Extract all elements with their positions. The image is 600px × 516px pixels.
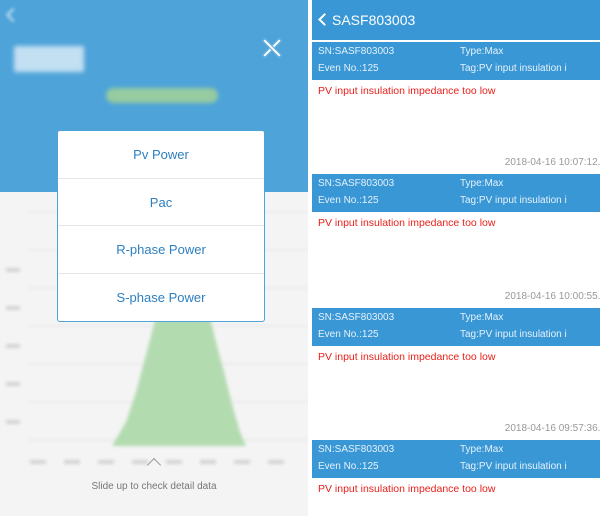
alarm-sn: SN:SASF803003	[318, 444, 395, 455]
close-icon[interactable]	[262, 38, 280, 56]
alarm-item[interactable]: SN:SASF803003 Type:Max Even No.:125 Tag:…	[312, 174, 600, 304]
alarm-sn: SN:SASF803003	[318, 178, 395, 189]
alarm-tag: Tag:PV input insulation i	[460, 63, 567, 74]
alarm-timestamp: 2018-04-16 09:57:36.0	[504, 423, 600, 434]
menu-item-pac[interactable]: Pac	[58, 179, 264, 226]
alarm-even-no: Even No.:125	[318, 195, 379, 206]
alarm-info-bar: SN:SASF803003 Type:Max Even No.:125 Tag:…	[312, 42, 600, 80]
alarm-item[interactable]: SN:SASF803003 Type:Max Even No.:125 Tag:…	[312, 440, 600, 516]
alarm-item[interactable]: SN:SASF803003 Type:Max Even No.:125 Tag:…	[312, 42, 600, 172]
alarm-info-bar: SN:SASF803003 Type:Max Even No.:125 Tag:…	[312, 174, 600, 212]
tab-blurred-2	[92, 46, 156, 72]
slide-up-hint[interactable]: Slide up to check detail data	[0, 457, 308, 508]
header-bar: SASF803003	[312, 0, 600, 40]
alarm-tag: Tag:PV input insulation i	[460, 461, 567, 472]
chart-series-menu: Pv Power Pac R-phase Power S-phase Power	[57, 130, 265, 322]
menu-item-r-phase-power[interactable]: R-phase Power	[58, 226, 264, 274]
slide-up-hint-text: Slide up to check detail data	[91, 481, 217, 492]
alarm-message: PV input insulation impedance too low	[318, 351, 496, 363]
alarm-message: PV input insulation impedance too low	[318, 217, 496, 229]
alarm-even-no: Even No.:125	[318, 63, 379, 74]
alarm-even-no: Even No.:125	[318, 461, 379, 472]
chevron-up-icon	[146, 457, 162, 473]
back-arrow-icon[interactable]	[318, 13, 331, 26]
alarm-item[interactable]: SN:SASF803003 Type:Max Even No.:125 Tag:…	[312, 308, 600, 438]
blurred-date-selector	[106, 88, 218, 103]
alarm-info-bar: SN:SASF803003 Type:Max Even No.:125 Tag:…	[312, 440, 600, 478]
menu-item-s-phase-power[interactable]: S-phase Power	[58, 274, 264, 322]
power-chart-screen: Pv Power Pac R-phase Power S-phase Power…	[0, 0, 308, 516]
alarm-type: Type:Max	[460, 444, 504, 455]
alarm-even-no: Even No.:125	[318, 329, 379, 340]
alarm-sn: SN:SASF803003	[318, 46, 395, 57]
alarm-timestamp: 2018-04-16 10:07:12.0	[504, 157, 600, 168]
alarm-message: PV input insulation impedance too low	[318, 85, 496, 97]
alarm-list-screen: SASF803003 SN:SASF803003 Type:Max Even N…	[312, 0, 600, 516]
page-title: SASF803003	[332, 12, 416, 28]
alarm-message: PV input insulation impedance too low	[318, 483, 496, 495]
alarm-info-bar: SN:SASF803003 Type:Max Even No.:125 Tag:…	[312, 308, 600, 346]
alarm-tag: Tag:PV input insulation i	[460, 329, 567, 340]
alarm-type: Type:Max	[460, 312, 504, 323]
tab-blurred-3	[162, 46, 218, 72]
blurred-nav-title	[0, 8, 308, 30]
alarm-tag: Tag:PV input insulation i	[460, 195, 567, 206]
alarm-sn: SN:SASF803003	[318, 312, 395, 323]
alarm-timestamp: 2018-04-16 10:00:55.0	[504, 291, 600, 302]
alarm-type: Type:Max	[460, 178, 504, 189]
alarm-type: Type:Max	[460, 46, 504, 57]
tab-blurred-1	[14, 46, 84, 72]
menu-item-pv-power[interactable]: Pv Power	[58, 131, 264, 179]
